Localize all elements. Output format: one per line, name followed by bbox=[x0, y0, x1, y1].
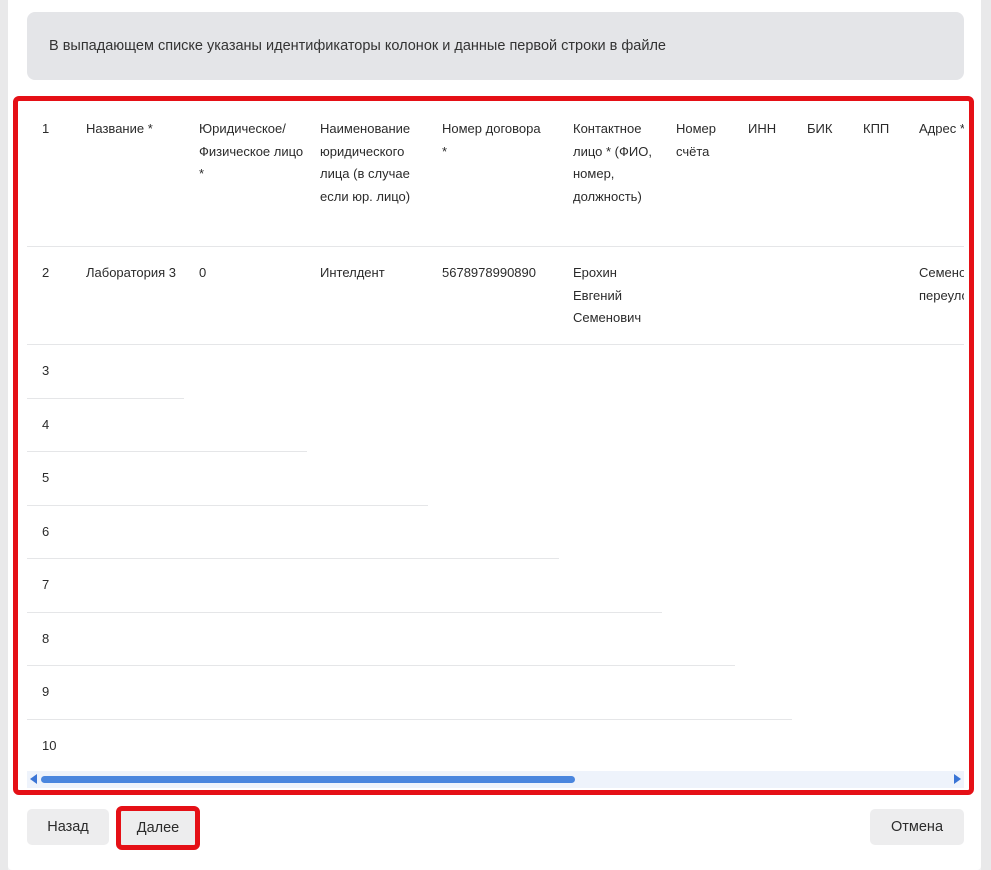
import-mapping-modal: В выпадающем списке указаны идентификато… bbox=[8, 0, 981, 870]
back-button[interactable]: Назад bbox=[27, 809, 109, 845]
next-button[interactable]: Далее bbox=[116, 806, 200, 850]
background-panel-left bbox=[0, 0, 8, 870]
cancel-button[interactable]: Отмена bbox=[870, 809, 964, 845]
info-banner: В выпадающем списке указаны идентификато… bbox=[27, 12, 964, 80]
background-panel-right bbox=[981, 0, 991, 870]
info-text: В выпадающем списке указаны идентификато… bbox=[49, 38, 666, 54]
table-highlight-frame bbox=[13, 96, 974, 795]
